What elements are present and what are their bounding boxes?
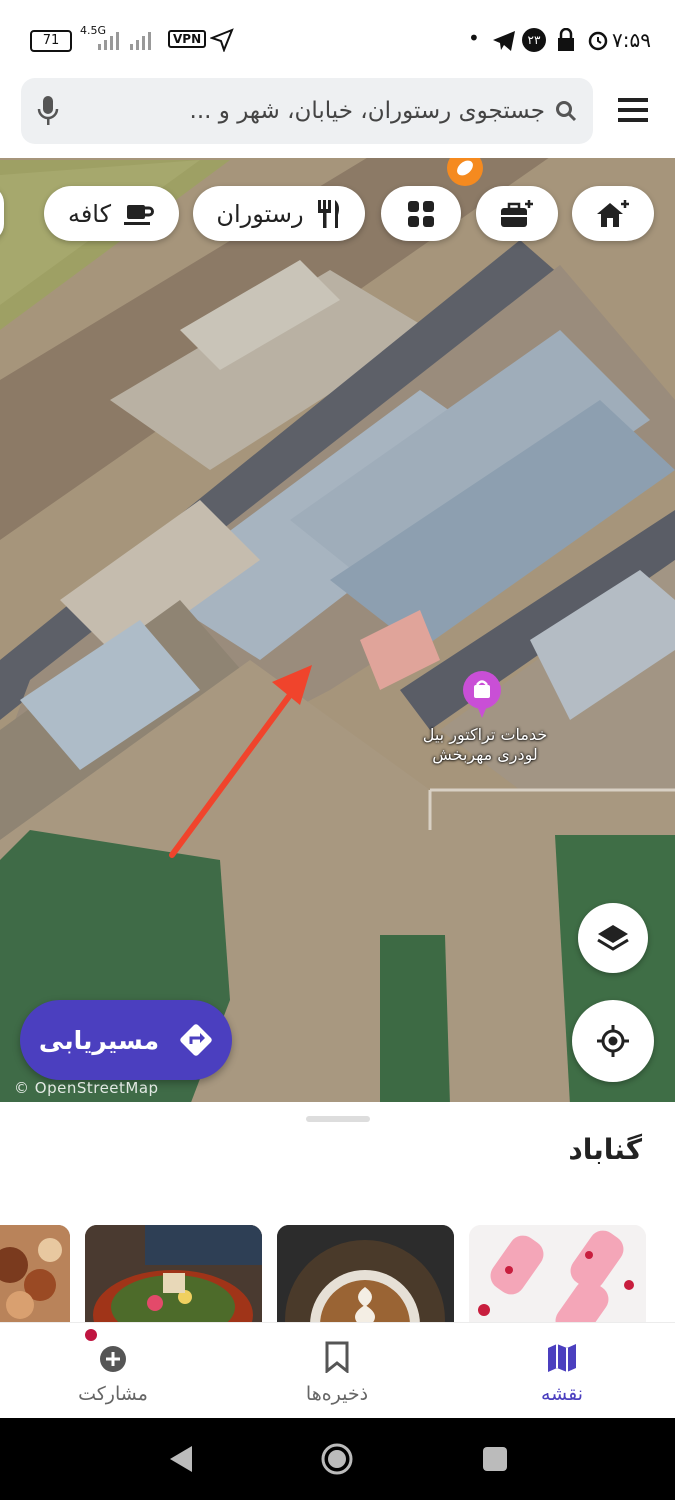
map-icon — [547, 1343, 577, 1377]
nav-map[interactable]: نقشه — [487, 1325, 637, 1415]
battery-indicator: 71 — [30, 30, 72, 52]
poi-label-line2: لودری مهربخش — [432, 745, 538, 764]
signal-icon — [96, 30, 156, 55]
chip-add-home[interactable] — [572, 186, 654, 241]
notification-count-badge: ۲۳ — [522, 28, 546, 52]
chip-restaurant-label: رستوران — [216, 199, 304, 228]
nav-saved-label: ذخیره‌ها — [305, 1383, 369, 1405]
back-icon[interactable] — [168, 1444, 194, 1478]
food-bowl-image — [85, 1225, 262, 1325]
fork-knife-icon — [317, 199, 339, 228]
alarm-icon — [586, 28, 610, 57]
coffee-cup-icon — [124, 204, 155, 225]
search-input[interactable]: جستجوی رستوران، خیابان، شهر و ... — [21, 78, 593, 144]
menu-icon[interactable] — [618, 96, 648, 128]
sheet-drag-handle[interactable] — [306, 1116, 370, 1122]
system-navigation-bar — [0, 1418, 675, 1500]
vpn-badge: VPN — [168, 30, 207, 48]
layers-icon — [597, 925, 629, 951]
nav-share-label: مشارکت — [78, 1383, 148, 1405]
share-notification-dot — [85, 1329, 97, 1341]
map-attribution[interactable]: © OpenStreetMap — [14, 1079, 159, 1097]
microphone-icon[interactable] — [37, 95, 59, 131]
chip-cafe-label: کافه — [67, 199, 112, 228]
home-icon[interactable] — [320, 1442, 354, 1480]
add-circle-icon — [99, 1345, 127, 1377]
poi-label[interactable]: خدمات تراکتور بیل لودری مهربخش — [400, 725, 570, 765]
grill-food-image — [0, 1225, 70, 1325]
chip-add-work[interactable] — [476, 186, 558, 241]
category-card-icecream[interactable] — [469, 1225, 646, 1325]
chip-categories[interactable] — [381, 186, 461, 241]
location-arrow-icon — [209, 28, 234, 57]
briefcase-plus-icon — [501, 199, 533, 227]
home-plus-icon — [597, 199, 629, 227]
map-layers-button[interactable] — [578, 903, 648, 973]
grid-icon — [408, 200, 434, 227]
latte-art-image — [277, 1225, 454, 1325]
notification-dot: • — [468, 26, 480, 50]
category-card-restaurant[interactable] — [85, 1225, 262, 1325]
popsicle-image — [469, 1225, 646, 1325]
nav-saved[interactable]: ذخیره‌ها — [262, 1325, 412, 1415]
annotation-arrow — [169, 665, 312, 858]
recents-icon[interactable] — [483, 1447, 507, 1471]
chip-restaurant[interactable]: رستوران — [193, 186, 365, 241]
bookmark-icon — [325, 1341, 349, 1377]
crosshair-icon — [597, 1025, 629, 1057]
lock-icon — [556, 27, 576, 57]
category-card-grill[interactable] — [0, 1225, 70, 1325]
category-card-cafe[interactable] — [277, 1225, 454, 1325]
poi-label-line1: خدمات تراکتور بیل — [422, 725, 548, 744]
my-location-button[interactable] — [572, 1000, 654, 1082]
nav-map-label: نقشه — [540, 1383, 584, 1405]
chip-cafe[interactable]: کافه — [44, 186, 179, 241]
clock: ۷:۵۹ — [612, 28, 651, 52]
shopping-bag-icon — [463, 671, 501, 718]
map-view[interactable]: خدمات تراکتور بیل لودری مهربخش — [0, 150, 675, 1105]
shop-poi-marker[interactable] — [460, 670, 504, 722]
search-placeholder: جستجوی رستوران، خیابان، شهر و ... — [189, 98, 545, 124]
search-icon — [555, 100, 577, 126]
city-title: گناباد — [568, 1133, 642, 1166]
turn-arrow-icon — [180, 1024, 212, 1056]
nav-share[interactable]: مشارکت — [38, 1325, 188, 1415]
routing-button-label: مسیریابی — [38, 1025, 160, 1055]
telegram-icon — [492, 30, 516, 57]
routing-button[interactable]: مسیریابی — [20, 1000, 232, 1080]
